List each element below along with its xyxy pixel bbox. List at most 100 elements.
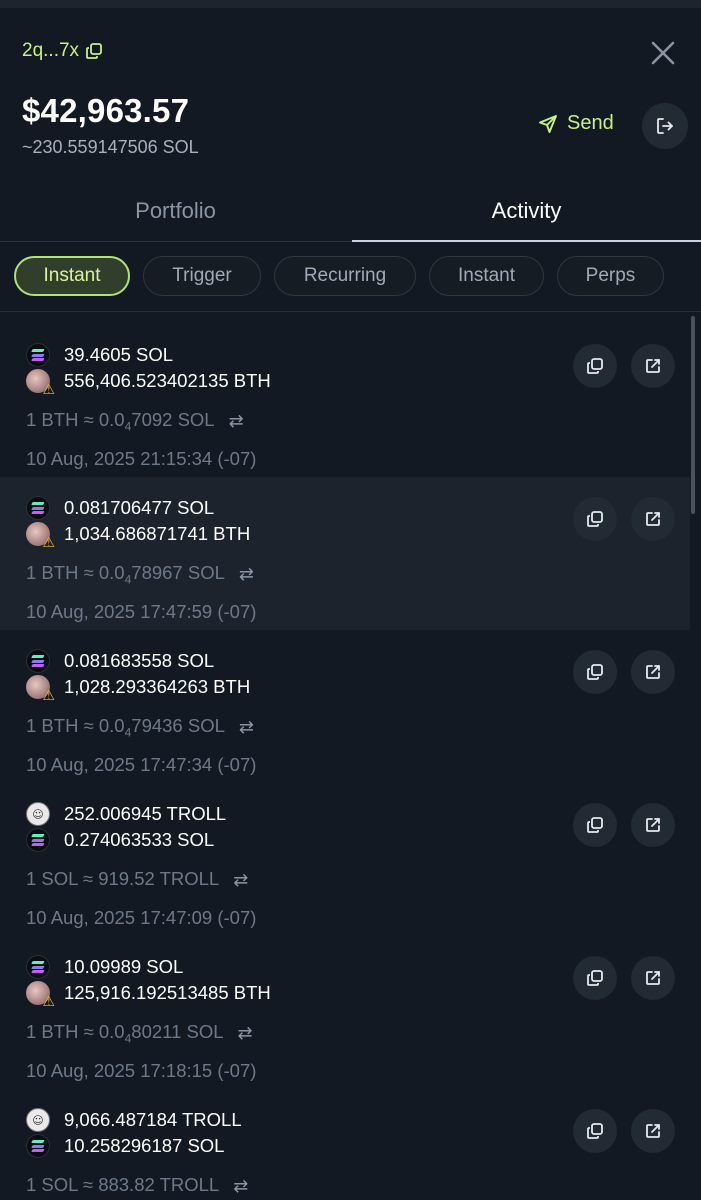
copy-icon[interactable] — [85, 42, 103, 60]
tab-portfolio[interactable]: Portfolio — [0, 180, 351, 242]
swap-direction-icon[interactable]: ⇄ — [238, 1023, 253, 1044]
sol-icon — [26, 343, 50, 367]
open-explorer-button[interactable] — [631, 650, 675, 694]
token-out-amount: 0.081706477 SOL — [64, 497, 215, 518]
active-tab-indicator — [352, 240, 701, 242]
copy-tx-button[interactable] — [573, 956, 617, 1000]
token-in-amount: 10.258296187 SOL — [64, 1135, 225, 1156]
filter-instant-2[interactable]: Instant — [429, 256, 544, 296]
filter-perps[interactable]: Perps — [557, 256, 664, 296]
exchange-rate: 1 BTH ≈ 0.0480211 SOL ⇄ — [26, 1021, 253, 1046]
token-out-amount: 10.09989 SOL — [64, 956, 184, 977]
timestamp: 10 Aug, 2025 17:18:15 (-07) — [26, 1060, 257, 1081]
rate-prefix: 1 SOL ≈ 883.82 TROLL — [26, 1174, 220, 1195]
copy-icon — [587, 817, 603, 833]
copy-icon — [587, 511, 603, 527]
rate-suffix: 7092 SOL — [131, 409, 215, 430]
wallet-address-label: 2q...7x — [22, 40, 80, 61]
send-button[interactable]: Send — [538, 112, 614, 135]
wallet-address[interactable]: 2q...7x — [22, 40, 103, 62]
bth-icon: ⚠ — [26, 675, 55, 702]
exchange-rate: 1 BTH ≈ 0.0479436 SOL ⇄ — [26, 715, 254, 740]
exchange-rate: 1 BTH ≈ 0.047092 SOL ⇄ — [26, 409, 244, 434]
swap-direction-icon[interactable]: ⇄ — [229, 411, 244, 432]
token-out-amount: 252.006945 TROLL — [64, 803, 227, 824]
external-link-icon — [646, 665, 660, 679]
rate-suffix: 79436 SOL — [131, 715, 225, 736]
send-label: Send — [567, 112, 614, 134]
bth-icon: ⚠ — [26, 981, 55, 1008]
filter-instant[interactable]: Instant — [14, 256, 130, 296]
copy-tx-button[interactable] — [573, 1109, 617, 1153]
sol-icon — [26, 828, 50, 852]
copy-tx-button[interactable] — [573, 497, 617, 541]
token-out-row: ☺ 9,066.487184 TROLL — [26, 1108, 242, 1132]
token-out-amount: 9,066.487184 TROLL — [64, 1109, 242, 1130]
sol-icon — [26, 496, 50, 520]
open-explorer-button[interactable] — [631, 956, 675, 1000]
balance-usd: $42,963.57 — [22, 92, 190, 129]
token-in-row: 10.258296187 SOL — [26, 1134, 224, 1158]
rate-prefix: 1 BTH ≈ 0.0 — [26, 562, 125, 583]
token-out-amount: 39.4605 SOL — [64, 344, 174, 365]
close-icon — [651, 41, 675, 65]
timestamp: 10 Aug, 2025 17:47:09 (-07) — [26, 907, 257, 928]
external-link-icon — [646, 971, 660, 985]
activity-item[interactable]: 39.4605 SOL ⚠ 556,406.523402135 BTH 1 BTH ≈… — [0, 324, 690, 477]
swap-direction-icon[interactable]: ⇄ — [233, 1176, 248, 1197]
warning-icon: ⚠ — [42, 687, 55, 703]
troll-icon: ☺ — [26, 802, 50, 826]
sol-icon — [26, 649, 50, 673]
open-explorer-button[interactable] — [631, 1109, 675, 1153]
activity-item[interactable]: 0.081683558 SOL ⚠ 1,028.293364263 BTH 1 BTH… — [0, 630, 690, 783]
activity-item[interactable]: ☺ 252.006945 TROLL 0.274063533 SOL 1 SOL ≈ … — [0, 783, 690, 936]
close-button[interactable] — [648, 38, 678, 68]
balance-sol: ~230.559147506 SOL — [22, 137, 199, 157]
swap-direction-icon[interactable]: ⇄ — [239, 717, 254, 738]
activity-item[interactable]: 0.081706477 SOL ⚠ 1,034.686871741 BTH 1 BTH… — [0, 477, 690, 630]
token-in-row: ⚠ 1,034.686871741 BTH — [26, 522, 250, 550]
filter-recurring[interactable]: Recurring — [274, 256, 416, 296]
warning-icon: ⚠ — [42, 993, 55, 1009]
swap-direction-icon[interactable]: ⇄ — [239, 564, 254, 585]
external-link-icon — [646, 818, 660, 832]
token-in-row: ⚠ 125,916.192513485 BTH — [26, 981, 271, 1008]
logout-button[interactable] — [642, 103, 688, 149]
copy-tx-button[interactable] — [573, 803, 617, 847]
timestamp: 10 Aug, 2025 17:47:59 (-07) — [26, 601, 257, 622]
copy-tx-button[interactable] — [573, 650, 617, 694]
token-in-amount: 125,916.192513485 BTH — [64, 982, 271, 1003]
warning-icon: ⚠ — [42, 534, 55, 550]
token-out-row: ☺ 252.006945 TROLL — [26, 802, 226, 826]
token-out-row: 39.4605 SOL — [26, 343, 173, 367]
sol-icon — [26, 1134, 50, 1158]
open-explorer-button[interactable] — [631, 344, 675, 388]
sol-icon — [26, 955, 50, 979]
tab-activity[interactable]: Activity — [351, 180, 701, 242]
open-explorer-button[interactable] — [631, 803, 675, 847]
external-link-icon — [646, 359, 660, 373]
copy-tx-button[interactable] — [573, 344, 617, 388]
filter-pills: Instant Trigger Recurring Instant Perps — [0, 256, 701, 298]
token-in-amount: 556,406.523402135 BTH — [64, 370, 271, 391]
rate-prefix: 1 BTH ≈ 0.0 — [26, 1021, 125, 1042]
activity-list: 39.4605 SOL ⚠ 556,406.523402135 BTH 1 BTH ≈… — [0, 324, 701, 1200]
rate-prefix: 1 BTH ≈ 0.0 — [26, 715, 125, 736]
scrollbar[interactable] — [691, 316, 695, 514]
token-in-amount: 0.274063533 SOL — [64, 829, 215, 850]
token-in-amount: 1,028.293364263 BTH — [64, 676, 251, 697]
bth-icon: ⚠ — [26, 369, 55, 396]
send-icon — [539, 114, 557, 133]
swap-direction-icon[interactable]: ⇄ — [233, 870, 248, 891]
filter-trigger[interactable]: Trigger — [143, 256, 261, 296]
rate-prefix: 1 BTH ≈ 0.0 — [26, 409, 125, 430]
warning-icon: ⚠ — [42, 381, 55, 397]
external-link-icon — [646, 512, 660, 526]
timestamp: 10 Aug, 2025 17:47:34 (-07) — [26, 754, 257, 775]
exchange-rate: 1 BTH ≈ 0.0478967 SOL ⇄ — [26, 562, 254, 587]
rate-suffix: 78967 SOL — [131, 562, 225, 583]
activity-item[interactable]: 10.09989 SOL ⚠ 125,916.192513485 BTH 1 BTH … — [0, 936, 690, 1089]
token-out-amount: 0.081683558 SOL — [64, 650, 215, 671]
open-explorer-button[interactable] — [631, 497, 675, 541]
activity-item[interactable]: ☺ 9,066.487184 TROLL 10.258296187 SOL 1 SOL… — [0, 1089, 690, 1200]
